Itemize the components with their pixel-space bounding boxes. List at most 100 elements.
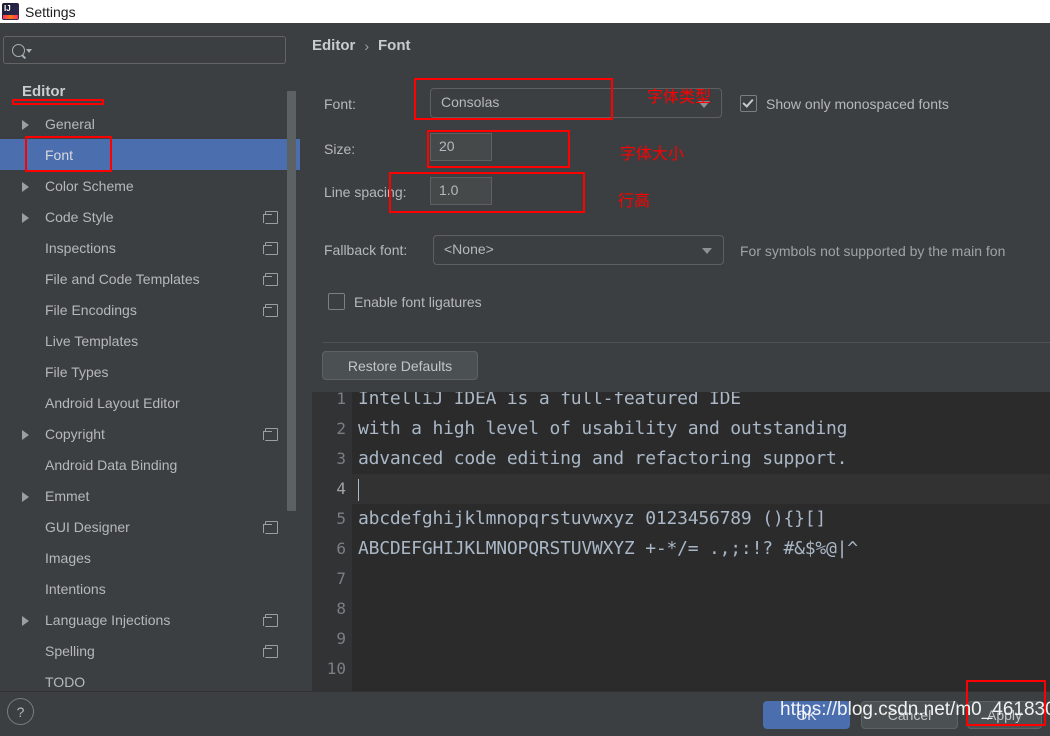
sidebar-item-font[interactable]: Font (0, 139, 300, 170)
sidebar-item-label: Inspections (45, 239, 116, 256)
sidebar-item-gui-designer[interactable]: GUI Designer (0, 511, 300, 542)
editor-line: with a high level of usability and outst… (352, 414, 1050, 444)
editor-line-text: ABCDEFGHIJKLMNOPQRSTUVWXYZ +-*/= .,;:!? … (358, 538, 858, 559)
dialog-footer: ? OK Cancel Apply (0, 691, 1050, 736)
breadcrumb-separator-icon: › (364, 37, 370, 54)
sidebar-item-label: Code Style (45, 208, 114, 225)
font-combobox[interactable]: Consolas (430, 88, 722, 118)
sidebar-item-copyright[interactable]: Copyright (0, 418, 300, 449)
intellij-idea-icon (2, 3, 19, 20)
sidebar-item-general[interactable]: General (0, 108, 300, 139)
sidebar-item-color-scheme[interactable]: Color Scheme (0, 170, 300, 201)
enable-ligatures-label: Enable font ligatures (354, 293, 482, 310)
chevron-right-icon[interactable] (22, 430, 29, 440)
copy-settings-icon[interactable] (263, 304, 278, 317)
chevron-right-icon[interactable] (22, 213, 29, 223)
chevron-down-icon[interactable] (702, 248, 712, 254)
editor-line-number: 2 (336, 419, 346, 438)
size-value: 20 (439, 138, 455, 154)
sidebar-item-language-injections[interactable]: Language Injections (0, 604, 300, 635)
sidebar-item-label: Font (45, 146, 74, 163)
size-label: Size: (324, 141, 356, 157)
sidebar-item-label: File Types (45, 363, 109, 380)
copy-settings-icon[interactable] (263, 428, 278, 441)
sidebar-item-label: GUI Designer (45, 518, 130, 535)
chevron-right-icon[interactable] (22, 492, 29, 502)
sidebar-item-file-types[interactable]: File Types (0, 356, 300, 387)
enable-ligatures-checkbox[interactable] (328, 293, 345, 310)
sidebar-item-label: Intentions (45, 580, 106, 597)
sidebar-item-file-and-code-templates[interactable]: File and Code Templates (0, 263, 300, 294)
search-box[interactable] (3, 36, 286, 64)
chevron-down-icon[interactable] (698, 101, 710, 108)
ligatures-row[interactable]: Enable font ligatures (328, 293, 482, 310)
editor-line-text: with a high level of usability and outst… (358, 418, 848, 439)
editor-line-number: 1 (336, 392, 346, 408)
sidebar-item-label: Copyright (45, 425, 105, 442)
chevron-down-icon[interactable] (26, 49, 32, 53)
size-input[interactable]: 20 (430, 133, 492, 161)
chevron-right-icon[interactable] (22, 616, 29, 626)
window-title-bar: Settings (0, 0, 1050, 23)
sidebar-item-intentions[interactable]: Intentions (0, 573, 300, 604)
sidebar-item-file-encodings[interactable]: File Encodings (0, 294, 300, 325)
sidebar-scrollbar-thumb[interactable] (287, 91, 296, 511)
copy-settings-icon[interactable] (263, 521, 278, 534)
show-monospaced-checkbox[interactable] (740, 95, 757, 112)
font-preview-editor[interactable]: IntelliJ IDEA is a full-featured IDE with… (312, 392, 1050, 691)
editor-line: abcdefghijklmnopqrstuvwxyz 0123456789 ()… (352, 504, 1050, 534)
editor-line-number: 10 (326, 659, 346, 678)
sidebar-item-label: Images (45, 549, 91, 566)
sidebar-item-live-templates[interactable]: Live Templates (0, 325, 300, 356)
sidebar-item-label: Live Templates (45, 332, 139, 349)
show-monospaced-row[interactable]: Show only monospaced fonts (740, 95, 949, 112)
restore-defaults-button[interactable]: Restore Defaults (322, 351, 478, 380)
sidebar-item-images[interactable]: Images (0, 542, 300, 573)
ok-button[interactable]: OK (763, 701, 850, 729)
sidebar-item-label: Language Injections (45, 611, 171, 628)
font-label: Font: (324, 96, 356, 112)
search-input[interactable] (36, 41, 280, 63)
apply-button[interactable]: Apply (967, 701, 1042, 729)
line-spacing-value: 1.0 (439, 182, 459, 198)
line-spacing-input[interactable]: 1.0 (430, 177, 492, 205)
copy-settings-icon[interactable] (263, 273, 278, 286)
sidebar-item-label: Android Layout Editor (45, 394, 180, 411)
sidebar-item-label: Android Data Binding (45, 456, 178, 473)
copy-settings-icon[interactable] (263, 645, 278, 658)
sidebar-item-inspections[interactable]: Inspections (0, 232, 300, 263)
fallback-font-combobox[interactable]: <None> (433, 235, 724, 265)
chevron-right-icon[interactable] (22, 182, 29, 192)
sidebar-item-android-data-binding[interactable]: Android Data Binding (0, 449, 300, 480)
settings-dialog: Settings Editor General Font Color Scheme C… (0, 0, 1050, 736)
cancel-button[interactable]: Cancel (861, 701, 958, 729)
editor-line-number: 5 (336, 509, 346, 528)
sidebar-item-emmet[interactable]: Emmet (0, 480, 300, 511)
sidebar-item-todo[interactable]: TODO (0, 666, 300, 691)
line-spacing-label: Line spacing: (324, 184, 407, 200)
sidebar-item-label: Color Scheme (45, 177, 134, 194)
settings-content: Editor › Font Font: Consolas Show only m… (300, 23, 1050, 691)
sidebar-item-code-style[interactable]: Code Style (0, 201, 300, 232)
breadcrumb-leaf: Font (378, 37, 411, 54)
editor-line: advanced code editing and refactoring su… (352, 444, 1050, 474)
sidebar-item-android-layout-editor[interactable]: Android Layout Editor (0, 387, 300, 418)
help-button[interactable]: ? (7, 698, 34, 725)
breadcrumb-root[interactable]: Editor (312, 37, 355, 54)
editor-code-area[interactable]: IntelliJ IDEA is a full-featured IDE with… (352, 392, 1050, 691)
editor-line-number: 8 (336, 599, 346, 618)
editor-caret (358, 479, 359, 501)
sidebar-item-spelling[interactable]: Spelling (0, 635, 300, 666)
sidebar-item-label: Emmet (45, 487, 90, 504)
copy-settings-icon[interactable] (263, 614, 278, 627)
editor-line-text: IntelliJ IDEA is a full-featured IDE (358, 392, 741, 409)
editor-line-numbers: 1 2 3 4 5 6 7 8 9 10 (312, 392, 352, 691)
editor-line-number: 3 (336, 449, 346, 468)
search-row (0, 36, 300, 66)
copy-settings-icon[interactable] (263, 211, 278, 224)
copy-settings-icon[interactable] (263, 242, 278, 255)
search-icon (12, 44, 25, 57)
chevron-right-icon[interactable] (22, 120, 29, 130)
